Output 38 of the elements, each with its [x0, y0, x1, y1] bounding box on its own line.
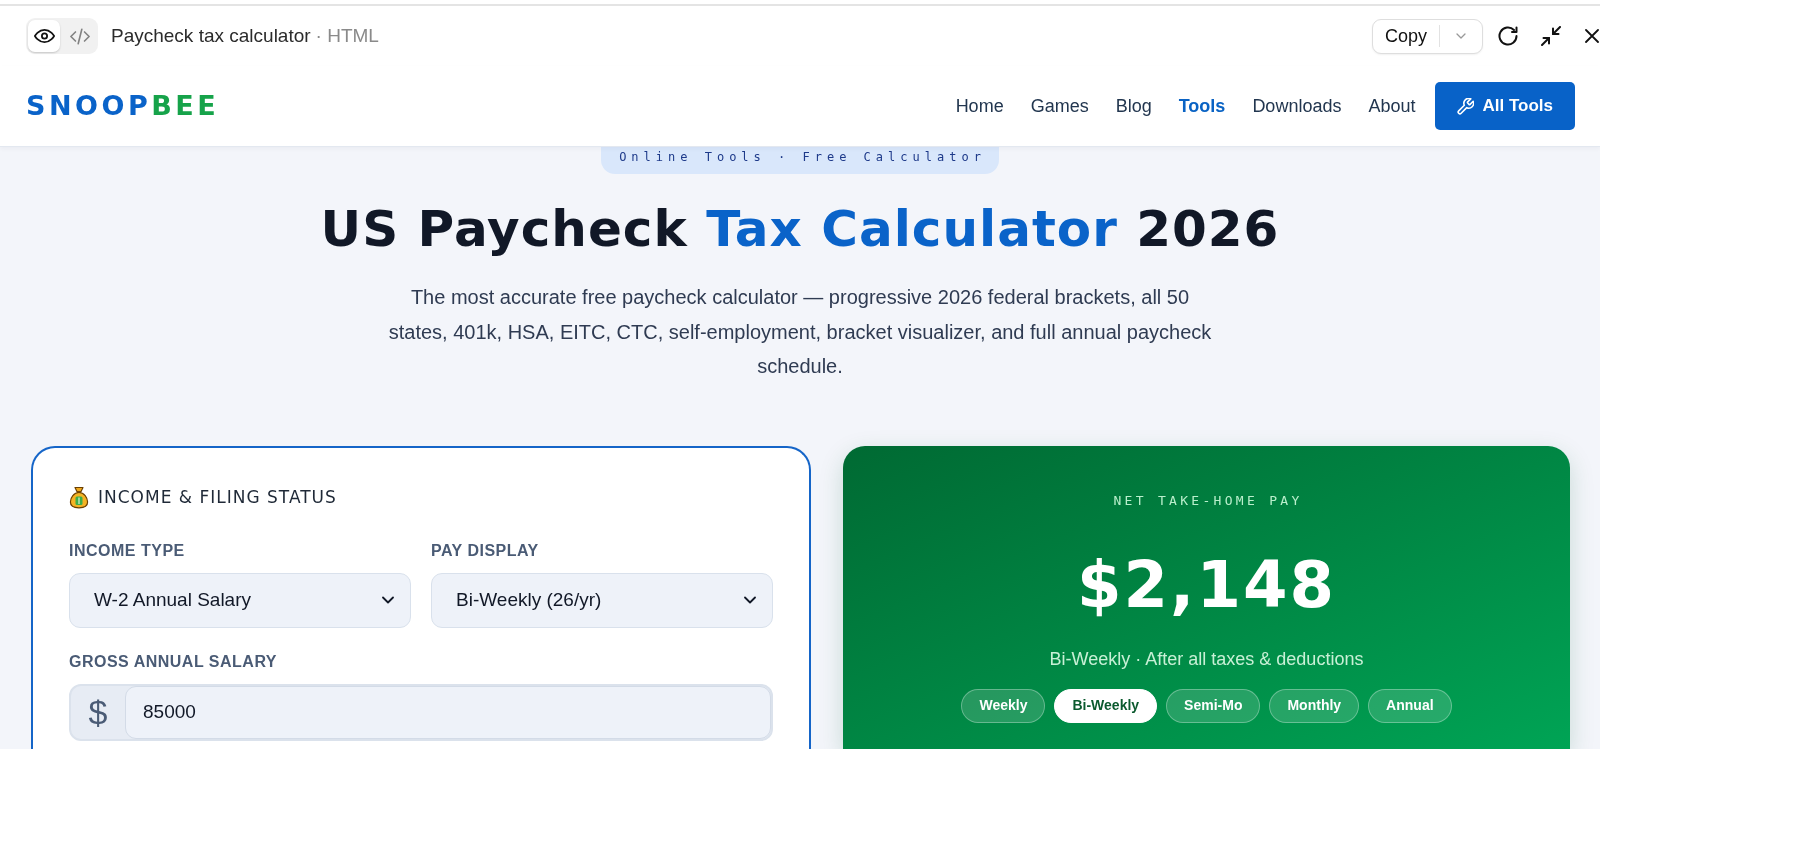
- nav-link[interactable]: Downloads: [1252, 92, 1342, 120]
- refresh-icon[interactable]: [1498, 26, 1518, 46]
- field-label: INCOME TYPE: [69, 540, 186, 561]
- page-description: The most accurate free paycheck calculator — progressive 2026 federal brackets, all 50 states, 401k, HSA, EITC, CTC, self-employment, bracket visualizer, and full annual paycheck schedule.: [387, 285, 1213, 379]
- result-caption: Bi-Weekly · After all taxes & deductions: [1049, 647, 1364, 671]
- dropdown[interactable]: Bi-Weekly (26/yr): [431, 572, 773, 628]
- nav-link[interactable]: Games: [1030, 92, 1089, 120]
- field-label: PAY DISPLAY: [431, 540, 540, 561]
- chevron-down-icon: [744, 596, 756, 604]
- net-pay-amount: $2,148: [1077, 548, 1336, 621]
- nav-link[interactable]: About: [1368, 92, 1416, 120]
- document-title: Paycheck tax calculator: [111, 23, 311, 48]
- result-label: NET TAKE-HOME PAY: [1112, 492, 1303, 509]
- preview-button[interactable]: [28, 20, 60, 52]
- currency-symbol: $: [87, 691, 109, 733]
- dropdown[interactable]: W-2 Annual Salary: [69, 572, 411, 628]
- all-tools-button[interactable]: All Tools: [1435, 82, 1575, 130]
- eye-icon: [33, 29, 55, 43]
- nav-link[interactable]: Blog: [1115, 92, 1152, 120]
- file-type-label: · HTML: [315, 23, 379, 48]
- code-icon: [70, 27, 90, 45]
- wrench-icon: [1457, 97, 1475, 115]
- page-title: US Paycheck Tax Calculator 2026: [320, 199, 1280, 259]
- chevron-down-icon: [1456, 33, 1466, 39]
- card-heading: INCOME & FILING STATUS: [98, 485, 337, 509]
- period-tab[interactable]: Weekly: [961, 688, 1046, 723]
- nav-link[interactable]: Home: [955, 92, 1004, 120]
- period-tab[interactable]: Bi-Weekly: [1054, 688, 1158, 723]
- site-logo[interactable]: SNOOP BEE: [26, 91, 220, 121]
- nav-link[interactable]: Tools: [1178, 92, 1226, 120]
- close-icon[interactable]: [1585, 29, 1599, 43]
- input-field[interactable]: 85000: [125, 685, 771, 739]
- category-badge: Online Tools · Free Calculator: [601, 147, 999, 174]
- field-label: GROSS ANNUAL SALARY: [69, 651, 279, 672]
- chevron-down-icon: [382, 596, 394, 604]
- money-bag-icon: [69, 486, 89, 509]
- copy-button[interactable]: Copy: [1373, 19, 1440, 53]
- collapse-icon[interactable]: [1541, 26, 1561, 46]
